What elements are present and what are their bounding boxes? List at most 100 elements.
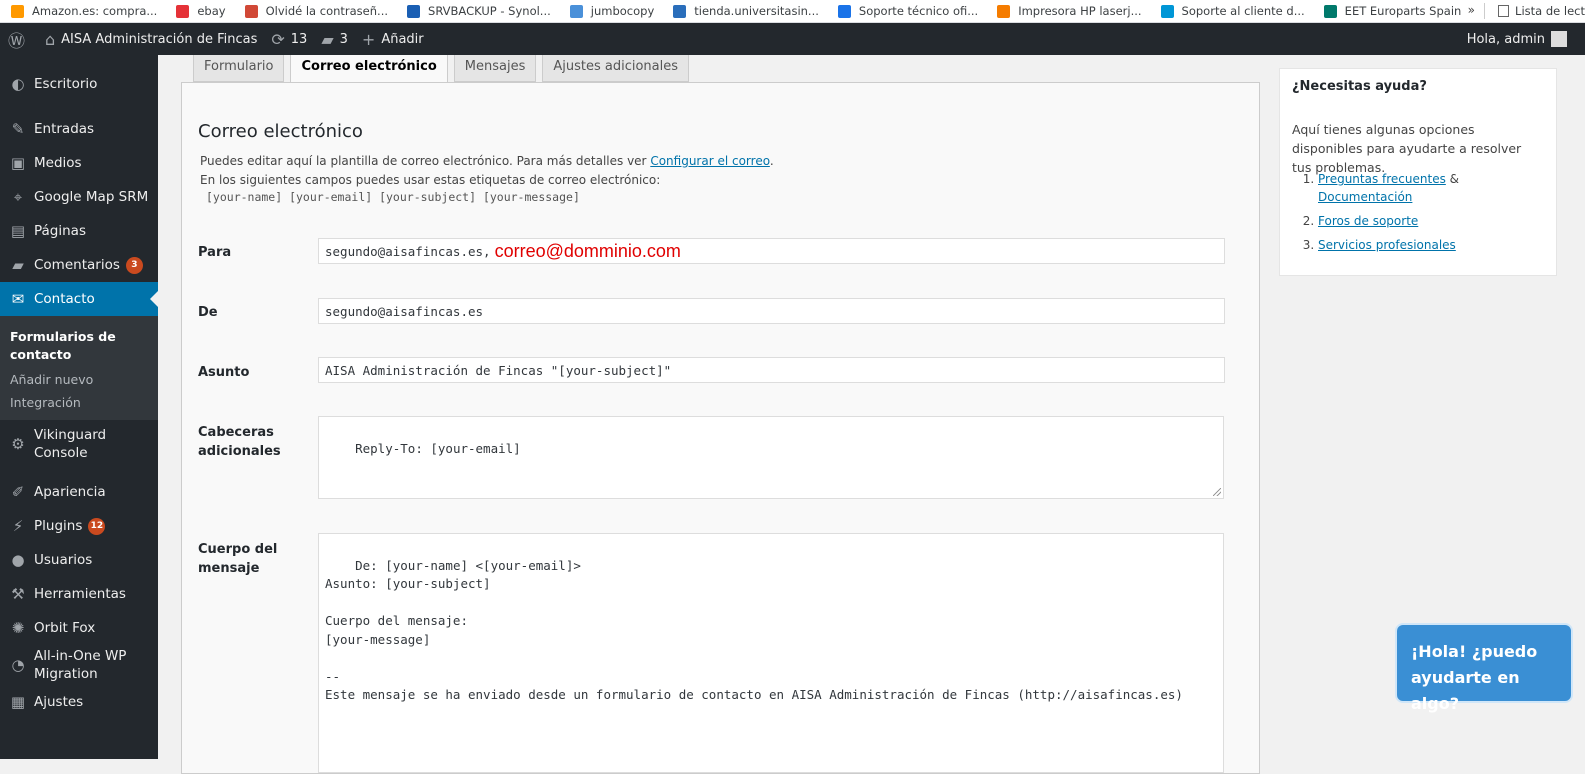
bookmark-2[interactable]: Olvidé la contraseñ...: [244, 4, 388, 18]
forums-link[interactable]: Foros de soporte: [1318, 214, 1418, 228]
greeting-text: Hola, admin: [1466, 31, 1545, 47]
tab-0[interactable]: Formulario: [193, 55, 285, 82]
bookmark-5[interactable]: tienda.universitasin...: [673, 4, 819, 18]
sidebar-item-apariencia[interactable]: ✐ Apariencia: [0, 475, 158, 509]
wordpress-icon: Ⓦ: [8, 31, 25, 52]
submenu-item-0[interactable]: Formularios de contacto: [0, 324, 158, 368]
submenu-item-1[interactable]: Añadir nuevo: [0, 368, 158, 391]
sidebar-item-orbit-fox[interactable]: ✺ Orbit Fox: [0, 611, 158, 645]
plus-icon: +: [361, 29, 376, 49]
bookmark-1[interactable]: ebay: [176, 4, 226, 18]
add-new-link[interactable]: + Añadir: [362, 30, 424, 49]
body-label: Cuerpo del mensaje: [198, 540, 277, 578]
resize-handle[interactable]: [1213, 488, 1221, 496]
sidebar-item-entradas[interactable]: ✎ Entradas: [0, 112, 158, 146]
sidebar-item-label: All-in-One WP Migration: [34, 648, 127, 682]
bookmark-label: Impresora HP laserj...: [1018, 4, 1142, 18]
account-menu[interactable]: Hola, admin: [1467, 23, 1567, 55]
pin-icon: ✎: [11, 120, 25, 138]
sidebar-item-comentarios[interactable]: ▰ Comentarios 3: [0, 248, 158, 282]
tab-3[interactable]: Ajustes adicionales: [542, 55, 689, 82]
sidebar-item-ajustes[interactable]: ▦ Ajustes: [0, 685, 158, 719]
hp-icon: [1160, 4, 1174, 18]
to-input[interactable]: segundo@aisafincas.es, correo@domminio.c…: [318, 238, 1225, 264]
bookmark-4[interactable]: jumbocopy: [569, 4, 654, 18]
headers-textarea[interactable]: Reply-To: [your-email]: [318, 416, 1224, 499]
reading-list-button[interactable]: Lista de lect: [1498, 0, 1585, 22]
sidebar-item-p-ginas[interactable]: ▤ Páginas: [0, 214, 158, 248]
from-label: De: [198, 305, 218, 320]
headers-label-line2: adicionales: [198, 444, 281, 459]
help-item-services: Servicios profesionales: [1318, 236, 1578, 254]
tab-1[interactable]: Correo electrónico: [290, 55, 448, 83]
help-links: Preguntas frecuentes & Documentación For…: [1292, 170, 1578, 260]
docs-link[interactable]: Documentación: [1318, 190, 1412, 204]
user-icon: ●: [11, 551, 25, 569]
tab-2[interactable]: Mensajes: [453, 55, 537, 82]
from-input[interactable]: segundo@aisafincas.es: [318, 298, 1225, 324]
bookmark-label: SRVBACKUP - Synol...: [428, 4, 551, 18]
bookmark-label: tienda.universitasin...: [694, 4, 819, 18]
desc-text: Puedes editar aquí la plantilla de corre…: [200, 154, 651, 168]
sidebar-item-label: Google Map SRM: [34, 189, 149, 205]
sidebar-item-escritorio[interactable]: ◐ Escritorio: [0, 67, 158, 101]
chat-bubble[interactable]: ¡Hola! ¿puedo ayudarte en algo?: [1395, 623, 1573, 713]
sidebar-item-label: Usuarios: [34, 552, 93, 568]
headers-value: Reply-To: [your-email]: [355, 440, 521, 456]
eet-icon: [1323, 4, 1337, 18]
bookmark-label: Soporte al cliente d...: [1181, 4, 1305, 18]
wordpress-logo-button[interactable]: Ⓦ: [8, 27, 31, 52]
mail-icon: ✉: [11, 290, 25, 308]
submenu-item-2[interactable]: Integración: [0, 391, 158, 414]
plugin-icon: ⚡: [12, 517, 24, 535]
faq-link[interactable]: Preguntas frecuentes: [1318, 172, 1446, 186]
sidebar-item-herramientas[interactable]: ⚒ Herramientas: [0, 577, 158, 611]
settings-icon: ▦: [10, 693, 26, 711]
sidebar-item-contacto[interactable]: ✉ Contacto: [0, 282, 158, 316]
sidebar-item-label: Plugins: [34, 518, 83, 534]
body-textarea[interactable]: De: [your-name] <[your-email]> Asunto: […: [318, 533, 1224, 773]
bookmark-9[interactable]: EET Europarts Spain: [1323, 4, 1461, 18]
sidebar-item-vikinguard-console[interactable]: ⚙ Vikinguard Console: [0, 424, 158, 464]
synology-icon: [407, 4, 421, 18]
section-title: Correo electrónico: [198, 121, 363, 142]
sidebar-item-plugins[interactable]: ⚡ Plugins 12: [0, 509, 158, 543]
form-tabs: Formulario Correo electrónico Mensajes Ajus…: [193, 55, 695, 83]
bookmark-7[interactable]: Impresora HP laserj...: [997, 4, 1142, 18]
sidebar-item-label: Páginas: [34, 223, 86, 239]
body-value: De: [your-name] <[your-email]> Asunto: […: [325, 557, 1183, 703]
sidebar-item-google-map-srm[interactable]: ⌖ Google Map SRM: [0, 180, 158, 214]
bookmark-8[interactable]: Soporte al cliente d...: [1160, 4, 1305, 18]
desc-text-2: En los siguientes campos puedes usar est…: [200, 173, 661, 187]
desc-end: .: [769, 154, 774, 168]
migration-icon: ◔: [11, 656, 25, 674]
sidebar-item-medios[interactable]: ▣ Medios: [0, 146, 158, 180]
bookmark-3[interactable]: SRVBACKUP - Synol...: [407, 4, 551, 18]
sidebar-item-all-in-one-wp-migration[interactable]: ◔ All-in-One WP Migration: [0, 645, 158, 685]
updates-link[interactable]: ⟳ 13: [271, 30, 307, 49]
location-icon: ⌖: [13, 188, 23, 206]
updates-icon: ⟳: [271, 29, 285, 49]
bookmark-6[interactable]: Soporte técnico ofi...: [837, 4, 978, 18]
subject-input[interactable]: AISA Administración de Fincas "[your-sub…: [318, 357, 1225, 383]
sidebar-item-usuarios[interactable]: ● Usuarios: [0, 543, 158, 577]
comments-link[interactable]: ▰ 3: [321, 30, 348, 49]
help-title: ¿Necesitas ayuda?: [1292, 79, 1427, 94]
media-icon: ▣: [10, 154, 26, 172]
wrench-icon: ⚒: [11, 585, 25, 603]
help-amp: &: [1445, 172, 1460, 186]
pages-icon: ▤: [10, 222, 26, 240]
sidebar-item-label: Escritorio: [34, 76, 98, 92]
bookmark-0[interactable]: Amazon.es: compra...: [11, 4, 157, 18]
configure-mail-link[interactable]: Configurar el correo: [650, 154, 770, 168]
site-name-link[interactable]: ⌂ AISA Administración de Fincas: [45, 30, 257, 49]
services-link[interactable]: Servicios profesionales: [1318, 238, 1456, 252]
bookmarks-more-button[interactable]: »: [1468, 3, 1475, 17]
fox-icon: ✺: [11, 619, 25, 637]
sidebar-item-label: Medios: [34, 155, 82, 171]
help-item-forums: Foros de soporte: [1318, 212, 1578, 230]
dashboard-icon: ◐: [11, 75, 25, 93]
mail-panel: Correo electrónico Puedes editar aquí la…: [181, 82, 1260, 774]
mail-tags: [your-name] [your-email] [your-subject] …: [206, 190, 580, 204]
support-icon: [837, 4, 851, 18]
